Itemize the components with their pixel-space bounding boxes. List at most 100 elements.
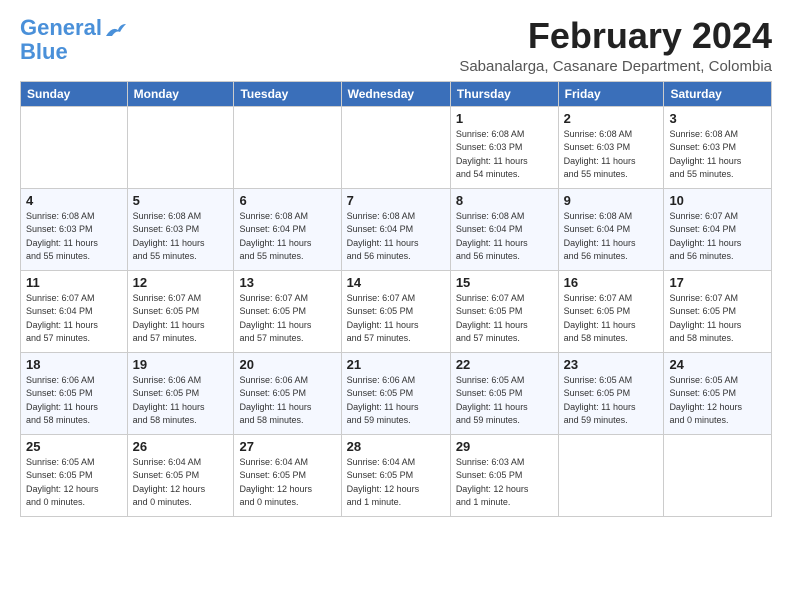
day-info: Sunrise: 6:06 AM Sunset: 6:05 PM Dayligh… [239, 374, 335, 428]
logo-bird-icon [104, 22, 126, 40]
location-subtitle: Sabanalarga, Casanare Department, Colomb… [459, 58, 772, 75]
day-cell: 19Sunrise: 6:06 AM Sunset: 6:05 PM Dayli… [127, 352, 234, 434]
day-info: Sunrise: 6:05 AM Sunset: 6:05 PM Dayligh… [564, 374, 659, 428]
day-number: 2 [564, 111, 659, 126]
day-info: Sunrise: 6:06 AM Sunset: 6:05 PM Dayligh… [26, 374, 122, 428]
day-cell [558, 434, 664, 516]
logo: General Blue [20, 16, 126, 64]
day-info: Sunrise: 6:04 AM Sunset: 6:05 PM Dayligh… [347, 456, 445, 510]
day-number: 17 [669, 275, 766, 290]
page: General Blue February 2024 Sabanalarga, … [0, 0, 792, 527]
day-cell: 5 Sunrise: 6:08 AM Sunset: 6:03 PM Daylig… [127, 188, 234, 270]
day-info: Sunrise: 6:08 AM Sunset: 6:03 PM Dayligh… [133, 210, 229, 264]
day-number: 26 [133, 439, 229, 454]
day-cell [21, 106, 128, 188]
day-info: Sunrise: 6:05 AM Sunset: 6:05 PM Dayligh… [669, 374, 766, 428]
day-info: Sunrise: 6:07 AM Sunset: 6:05 PM Dayligh… [456, 292, 553, 346]
calendar-table: SundayMondayTuesdayWednesdayThursdayFrid… [20, 81, 772, 517]
weekday-header-thursday: Thursday [450, 81, 558, 106]
day-info: Sunrise: 6:08 AM Sunset: 6:03 PM Dayligh… [564, 128, 659, 182]
weekday-header-tuesday: Tuesday [234, 81, 341, 106]
day-number: 24 [669, 357, 766, 372]
day-info: Sunrise: 6:08 AM Sunset: 6:04 PM Dayligh… [564, 210, 659, 264]
day-number: 16 [564, 275, 659, 290]
title-area: February 2024 Sabanalarga, Casanare Depa… [459, 16, 772, 75]
header-area: General Blue February 2024 Sabanalarga, … [20, 16, 772, 75]
day-cell: 4Sunrise: 6:08 AM Sunset: 6:03 PM Daylig… [21, 188, 128, 270]
day-cell: 25Sunrise: 6:05 AM Sunset: 6:05 PM Dayli… [21, 434, 128, 516]
day-info: Sunrise: 6:07 AM Sunset: 6:05 PM Dayligh… [347, 292, 445, 346]
day-cell: 22Sunrise: 6:05 AM Sunset: 6:05 PM Dayli… [450, 352, 558, 434]
day-cell [341, 106, 450, 188]
weekday-header-saturday: Saturday [664, 81, 772, 106]
day-cell: 27Sunrise: 6:04 AM Sunset: 6:05 PM Dayli… [234, 434, 341, 516]
day-number: 18 [26, 357, 122, 372]
day-number: 19 [133, 357, 229, 372]
weekday-header-wednesday: Wednesday [341, 81, 450, 106]
day-number: 10 [669, 193, 766, 208]
day-cell: 26 Sunrise: 6:04 AM Sunset: 6:05 PM Dayli… [127, 434, 234, 516]
day-number: 28 [347, 439, 445, 454]
day-cell: 14 Sunrise: 6:07 AM Sunset: 6:05 PM Dayli… [341, 270, 450, 352]
day-info: Sunrise: 6:07 AM Sunset: 6:05 PM Dayligh… [239, 292, 335, 346]
day-number: 8 [456, 193, 553, 208]
day-cell: 2 Sunrise: 6:08 AM Sunset: 6:03 PM Daylig… [558, 106, 664, 188]
day-number: 9 [564, 193, 659, 208]
weekday-header-monday: Monday [127, 81, 234, 106]
day-cell: 23 Sunrise: 6:05 AM Sunset: 6:05 PM Dayli… [558, 352, 664, 434]
day-number: 12 [133, 275, 229, 290]
day-info: Sunrise: 6:07 AM Sunset: 6:05 PM Dayligh… [564, 292, 659, 346]
month-title: February 2024 [459, 16, 772, 56]
day-info: Sunrise: 6:07 AM Sunset: 6:04 PM Dayligh… [26, 292, 122, 346]
day-cell [664, 434, 772, 516]
week-row-4: 25Sunrise: 6:05 AM Sunset: 6:05 PM Dayli… [21, 434, 772, 516]
day-number: 14 [347, 275, 445, 290]
day-number: 6 [239, 193, 335, 208]
day-number: 20 [239, 357, 335, 372]
day-number: 4 [26, 193, 122, 208]
day-info: Sunrise: 6:08 AM Sunset: 6:04 PM Dayligh… [347, 210, 445, 264]
day-info: Sunrise: 6:08 AM Sunset: 6:03 PM Dayligh… [669, 128, 766, 182]
day-cell [127, 106, 234, 188]
day-info: Sunrise: 6:04 AM Sunset: 6:05 PM Dayligh… [133, 456, 229, 510]
day-number: 3 [669, 111, 766, 126]
day-cell: 6Sunrise: 6:08 AM Sunset: 6:04 PM Daylig… [234, 188, 341, 270]
logo-general: General [20, 15, 102, 40]
day-number: 29 [456, 439, 553, 454]
day-cell: 9 Sunrise: 6:08 AM Sunset: 6:04 PM Daylig… [558, 188, 664, 270]
day-number: 21 [347, 357, 445, 372]
day-cell: 20 Sunrise: 6:06 AM Sunset: 6:05 PM Dayli… [234, 352, 341, 434]
week-row-1: 4 Sunrise: 6:08 AM Sunset: 6:03 PM Daylig… [21, 188, 772, 270]
day-number: 13 [239, 275, 335, 290]
day-info: Sunrise: 6:07 AM Sunset: 6:05 PM Dayligh… [669, 292, 766, 346]
day-number: 5 [133, 193, 229, 208]
day-info: Sunrise: 6:05 AM Sunset: 6:05 PM Dayligh… [456, 374, 553, 428]
day-info: Sunrise: 6:08 AM Sunset: 6:04 PM Dayligh… [456, 210, 553, 264]
day-cell: 7 Sunrise: 6:08 AM Sunset: 6:04 PM Daylig… [341, 188, 450, 270]
day-number: 23 [564, 357, 659, 372]
day-info: Sunrise: 6:04 AM Sunset: 6:05 PM Dayligh… [239, 456, 335, 510]
day-number: 25 [26, 439, 122, 454]
day-number: 1 [456, 111, 553, 126]
day-cell: 28 Sunrise: 6:04 AM Sunset: 6:05 PM Dayli… [341, 434, 450, 516]
week-row-3: 18 Sunrise: 6:06 AM Sunset: 6:05 PM Dayli… [21, 352, 772, 434]
day-cell: 13 Sunrise: 6:07 AM Sunset: 6:05 PM Dayli… [234, 270, 341, 352]
day-cell: 11 Sunrise: 6:07 AM Sunset: 6:04 PM Dayli… [21, 270, 128, 352]
day-info: Sunrise: 6:03 AM Sunset: 6:05 PM Dayligh… [456, 456, 553, 510]
weekday-header-row: SundayMondayTuesdayWednesdayThursdayFrid… [21, 81, 772, 106]
day-info: Sunrise: 6:06 AM Sunset: 6:05 PM Dayligh… [347, 374, 445, 428]
day-number: 11 [26, 275, 122, 290]
week-row-2: 11 Sunrise: 6:07 AM Sunset: 6:04 PM Dayli… [21, 270, 772, 352]
day-number: 15 [456, 275, 553, 290]
day-info: Sunrise: 6:07 AM Sunset: 6:04 PM Dayligh… [669, 210, 766, 264]
day-cell: 29 Sunrise: 6:03 AM Sunset: 6:05 PM Dayli… [450, 434, 558, 516]
day-cell: 1Sunrise: 6:08 AM Sunset: 6:03 PM Daylig… [450, 106, 558, 188]
day-cell: 15 Sunrise: 6:07 AM Sunset: 6:05 PM Dayli… [450, 270, 558, 352]
day-cell: 8 Sunrise: 6:08 AM Sunset: 6:04 PM Daylig… [450, 188, 558, 270]
weekday-header-sunday: Sunday [21, 81, 128, 106]
logo-text: General Blue [20, 16, 102, 64]
week-row-0: 1 Sunrise: 6:08 AM Sunset: 6:03 PM Daylig… [21, 106, 772, 188]
weekday-header-friday: Friday [558, 81, 664, 106]
day-cell: 12Sunrise: 6:07 AM Sunset: 6:05 PM Dayli… [127, 270, 234, 352]
day-number: 7 [347, 193, 445, 208]
